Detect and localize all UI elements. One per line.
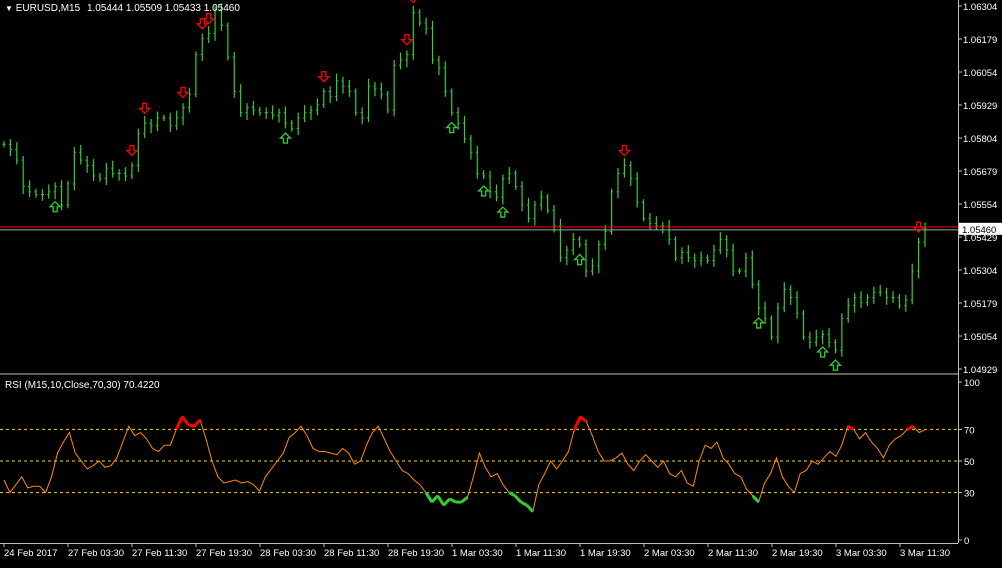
time-tick-label: 27 Feb 19:30 <box>196 548 252 559</box>
rsi-tick-label: 0 <box>964 536 969 547</box>
current-price-text: 1.05460 <box>962 225 996 236</box>
rsi-overbought-segment <box>187 423 195 428</box>
time-tick-label: 2 Mar 11:30 <box>708 548 758 559</box>
chart-header: ▼ EURUSD,M15 1.05444 1.05509 1.05433 1.0… <box>5 3 240 14</box>
price-tick-label: 1.05929 <box>963 101 997 112</box>
rsi-tick-label: 30 <box>964 489 975 500</box>
price-tick-label: 1.06054 <box>963 68 997 79</box>
time-tick-label: 1 Mar 03:30 <box>452 548 503 559</box>
time-tick-label: 28 Feb 11:30 <box>324 548 379 559</box>
time-tick-label: 2 Mar 19:30 <box>772 548 823 559</box>
chart-canvas[interactable]: 1.06304 1.06179 1.06054 1.05929 1.05804 1.056… <box>0 0 1002 563</box>
rsi-tick-label: 100 <box>964 378 980 389</box>
time-tick-label: 27 Feb 03:30 <box>68 548 124 559</box>
price-tick-label: 1.06304 <box>963 2 997 13</box>
triangle-down-icon[interactable]: ▼ <box>5 4 13 13</box>
price-tick-label: 1.04929 <box>963 365 997 376</box>
price-tick-label: 1.05679 <box>963 167 997 178</box>
rsi-tick-label: 50 <box>964 457 975 468</box>
rsi-header: RSI (M15,10,Close,70,30) 70.4220 <box>5 380 160 391</box>
time-tick-label: 28 Feb 03:30 <box>260 548 316 559</box>
current-price-label: 1.05460 <box>959 222 1002 236</box>
rsi-tick-label: 70 <box>964 425 975 436</box>
price-tick-label: 1.05179 <box>963 299 997 310</box>
price-tick-label: 1.05054 <box>963 332 997 343</box>
time-tick-label: 2 Mar 03:30 <box>644 548 695 559</box>
ohlc-values: 1.05444 1.05509 1.05433 1.05460 <box>86 3 240 14</box>
time-tick-label: 3 Mar 03:30 <box>836 548 887 559</box>
price-tick-label: 1.05804 <box>963 134 997 145</box>
time-tick-label: 28 Feb 19:30 <box>388 548 444 559</box>
rsi-title: RSI (M15,10,Close,70,30) 70.4220 <box>5 380 160 391</box>
price-tick-label: 1.05304 <box>963 266 997 277</box>
time-tick-label: 3 Mar 11:30 <box>900 548 950 559</box>
symbol-label: EURUSD,M15 <box>15 3 81 14</box>
time-tick-label: 1 Mar 19:30 <box>580 548 631 559</box>
chart-window[interactable]: 1.06304 1.06179 1.06054 1.05929 1.05804 1.056… <box>0 0 1002 563</box>
price-tick-label: 1.06179 <box>963 35 997 46</box>
time-tick-label: 1 Mar 11:30 <box>516 548 566 559</box>
time-tick-label: 24 Feb 2017 <box>4 548 57 559</box>
time-tick-label: 27 Feb 11:30 <box>132 548 187 559</box>
price-tick-label: 1.05554 <box>963 200 997 211</box>
